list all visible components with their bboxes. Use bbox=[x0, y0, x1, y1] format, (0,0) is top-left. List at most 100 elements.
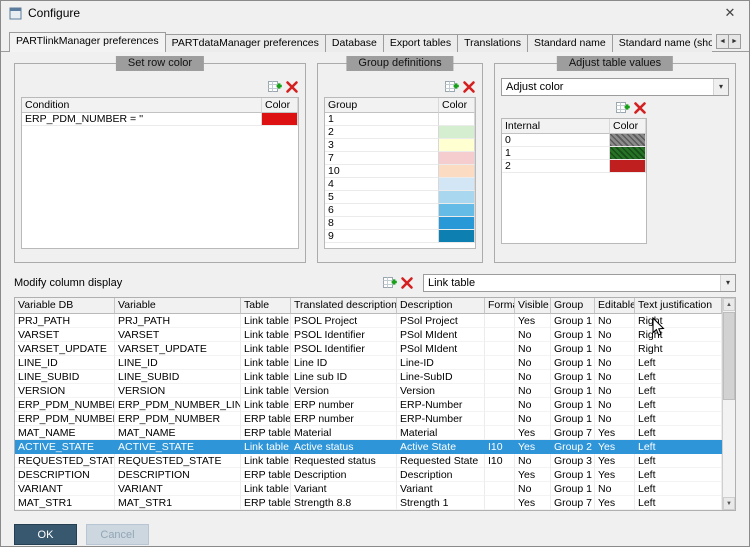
color-swatch-cell[interactable] bbox=[439, 178, 475, 191]
table-row[interactable]: ERP_PDM_NUMBERERP_PDM_NUMBERERP tableERP… bbox=[15, 412, 722, 426]
color-swatch-cell[interactable] bbox=[610, 160, 646, 173]
table-row[interactable]: 1 bbox=[325, 113, 475, 126]
color-swatch-cell[interactable] bbox=[439, 165, 475, 178]
column-header-visible[interactable]: Visible bbox=[515, 298, 551, 314]
color-swatch-cell[interactable] bbox=[439, 139, 475, 152]
color-swatch-cell[interactable] bbox=[439, 152, 475, 165]
tab-database[interactable]: Database bbox=[325, 34, 384, 52]
value-cell[interactable]: 1 bbox=[502, 147, 610, 160]
table-row[interactable]: DESCRIPTIONDESCRIPTIONERP tableDescripti… bbox=[15, 468, 722, 482]
column-header-text-justification[interactable]: Text justification bbox=[635, 298, 722, 314]
add-row-icon[interactable] bbox=[616, 101, 630, 115]
table-row[interactable]: 2 bbox=[325, 126, 475, 139]
table-select-dropdown[interactable]: Link table ▾ bbox=[423, 274, 736, 292]
color-swatch-cell[interactable] bbox=[439, 230, 475, 243]
value-cell[interactable]: 9 bbox=[325, 230, 439, 243]
table-row[interactable]: VARIANTVARIANTLink tableVariantVariantNo… bbox=[15, 482, 722, 496]
column-header-group[interactable]: Group bbox=[551, 298, 595, 314]
cell-description: Strength 1 bbox=[397, 496, 485, 510]
cancel-button[interactable]: Cancel bbox=[86, 524, 149, 545]
add-row-icon[interactable] bbox=[268, 80, 282, 94]
cell-text-justification: Left bbox=[635, 398, 722, 412]
chevron-down-icon: ▾ bbox=[720, 275, 735, 291]
vertical-scrollbar[interactable]: ▲ ▼ bbox=[722, 298, 735, 510]
value-cell[interactable]: ERP_PDM_NUMBER = '' bbox=[22, 113, 262, 126]
cell-text-justification: Left bbox=[635, 496, 722, 510]
table-row[interactable]: VARSET_UPDATEVARSET_UPDATELink tablePSOL… bbox=[15, 342, 722, 356]
scrollbar-thumb[interactable] bbox=[723, 312, 735, 400]
column-header-variable[interactable]: Variable bbox=[115, 298, 241, 314]
value-cell[interactable]: 8 bbox=[325, 217, 439, 230]
table-row[interactable]: PRJ_PATHPRJ_PATHLink tablePSOL ProjectPS… bbox=[15, 314, 722, 328]
cell-variable: VARSET_UPDATE bbox=[115, 342, 241, 356]
cell-variable: MAT_STR1 bbox=[115, 496, 241, 510]
delete-row-icon[interactable] bbox=[462, 80, 476, 94]
tab-standard-name[interactable]: Standard name bbox=[527, 34, 613, 52]
value-cell[interactable]: 3 bbox=[325, 139, 439, 152]
table-row[interactable]: 3 bbox=[325, 139, 475, 152]
add-row-icon[interactable] bbox=[383, 276, 397, 290]
table-row[interactable]: 6 bbox=[325, 204, 475, 217]
table-row[interactable]: 8 bbox=[325, 217, 475, 230]
color-swatch-cell[interactable] bbox=[610, 134, 646, 147]
table-row[interactable]: MAT_STR1MAT_STR1ERP tableStrength 8.8Str… bbox=[15, 496, 722, 510]
table-row[interactable]: 9 bbox=[325, 230, 475, 243]
column-header-variable-db[interactable]: Variable DB bbox=[15, 298, 115, 314]
value-cell[interactable]: 2 bbox=[325, 126, 439, 139]
scroll-down-icon[interactable]: ▼ bbox=[723, 497, 735, 510]
table-row[interactable]: ACTIVE_STATEACTIVE_STATELink tableActive… bbox=[15, 440, 722, 454]
column-header-translated-description[interactable]: Translated description bbox=[291, 298, 397, 314]
value-cell[interactable]: 6 bbox=[325, 204, 439, 217]
tab-standard-name-short[interactable]: Standard name (short) bbox=[612, 34, 712, 52]
color-swatch-cell[interactable] bbox=[439, 204, 475, 217]
value-cell[interactable]: 0 bbox=[502, 134, 610, 147]
column-header-description[interactable]: Description bbox=[397, 298, 485, 314]
table-row[interactable]: 1 bbox=[502, 147, 646, 160]
table-row[interactable]: LINE_IDLINE_IDLink tableLine IDLine-IDNo… bbox=[15, 356, 722, 370]
color-swatch-cell[interactable] bbox=[439, 191, 475, 204]
table-row[interactable]: VERSIONVERSIONLink tableVersionVersionNo… bbox=[15, 384, 722, 398]
cell-description: Requested State bbox=[397, 454, 485, 468]
ok-button[interactable]: OK bbox=[14, 524, 77, 545]
tab-translations[interactable]: Translations bbox=[457, 34, 528, 52]
column-header-table[interactable]: Table bbox=[241, 298, 291, 314]
table-row[interactable]: ERP_PDM_NUMBERERP_PDM_NUMBER_LINKTABLELi… bbox=[15, 398, 722, 412]
close-icon[interactable]: ✕ bbox=[719, 5, 741, 21]
column-header-editable[interactable]: Editable bbox=[595, 298, 635, 314]
table-row[interactable]: 0 bbox=[502, 134, 646, 147]
column-header-format[interactable]: Format bbox=[485, 298, 515, 314]
color-swatch-cell[interactable] bbox=[610, 147, 646, 160]
value-cell[interactable]: 10 bbox=[325, 165, 439, 178]
value-cell[interactable]: 1 bbox=[325, 113, 439, 126]
table-row[interactable]: 4 bbox=[325, 178, 475, 191]
table-row[interactable]: 5 bbox=[325, 191, 475, 204]
table-row[interactable]: LINE_SUBIDLINE_SUBIDLink tableLine sub I… bbox=[15, 370, 722, 384]
cell-translated-description: PSOL Identifier bbox=[291, 342, 397, 356]
delete-row-icon[interactable] bbox=[633, 101, 647, 115]
color-swatch-cell[interactable] bbox=[439, 217, 475, 230]
color-swatch-cell[interactable] bbox=[439, 113, 475, 126]
table-row[interactable]: ERP_PDM_NUMBER = '' bbox=[22, 113, 298, 126]
table-row[interactable]: MAT_NAMEMAT_NAMEERP tableMaterialMateria… bbox=[15, 426, 722, 440]
cell-text-justification: Left bbox=[635, 440, 722, 454]
table-row[interactable]: VARSETVARSETLink tablePSOL IdentifierPSo… bbox=[15, 328, 722, 342]
tab-export-tables[interactable]: Export tables bbox=[383, 34, 458, 52]
value-cell[interactable]: 5 bbox=[325, 191, 439, 204]
scroll-up-icon[interactable]: ▲ bbox=[723, 298, 735, 311]
add-row-icon[interactable] bbox=[445, 80, 459, 94]
tab-partdatamanager-preferences[interactable]: PARTdataManager preferences bbox=[165, 34, 326, 52]
table-row[interactable]: 10 bbox=[325, 165, 475, 178]
color-swatch-cell[interactable] bbox=[439, 126, 475, 139]
value-cell[interactable]: 7 bbox=[325, 152, 439, 165]
tab-scroll-right-icon[interactable]: ► bbox=[728, 34, 741, 49]
table-row[interactable]: 2 bbox=[502, 160, 646, 173]
table-row[interactable]: REQUESTED_STATEREQUESTED_STATELink table… bbox=[15, 454, 722, 468]
value-cell[interactable]: 2 bbox=[502, 160, 610, 173]
delete-row-icon[interactable] bbox=[400, 276, 414, 290]
table-row[interactable]: 7 bbox=[325, 152, 475, 165]
delete-row-icon[interactable] bbox=[285, 80, 299, 94]
value-cell[interactable]: 4 bbox=[325, 178, 439, 191]
color-swatch-cell[interactable] bbox=[262, 113, 298, 126]
tab-partlinkmanager-preferences[interactable]: PARTlinkManager preferences bbox=[9, 32, 166, 52]
adjust-mode-dropdown[interactable]: Adjust color ▾ bbox=[501, 78, 729, 96]
